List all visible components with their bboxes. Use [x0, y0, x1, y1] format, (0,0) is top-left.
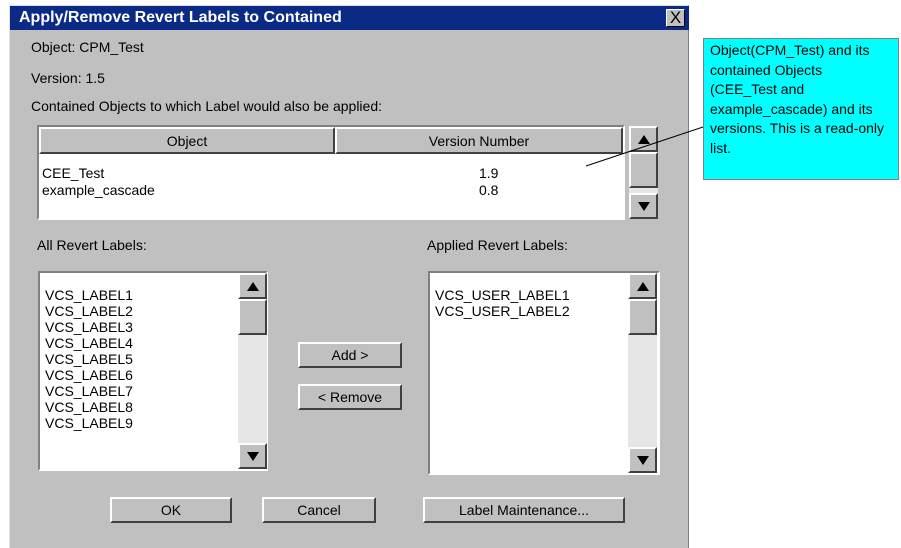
callout-leader-line: [585, 126, 704, 167]
